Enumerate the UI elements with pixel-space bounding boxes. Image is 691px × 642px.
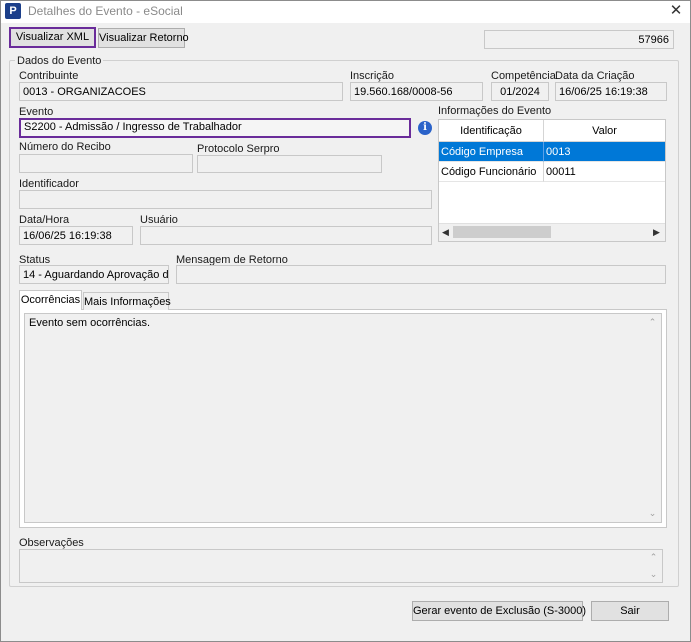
competencia-field: 01/2024	[491, 82, 549, 101]
protocolo-serpro-label: Protocolo Serpro	[197, 143, 280, 155]
identificador-label: Identificador	[19, 178, 79, 190]
app-logo-icon: P	[5, 3, 21, 19]
col-header-identificacao[interactable]: Identificação	[439, 120, 544, 142]
data-criacao-label: Data da Criação	[555, 70, 635, 82]
usuario-field	[140, 226, 432, 245]
event-counter-field: 57966	[484, 30, 674, 49]
evento-field[interactable]: S2200 - Admissão / Ingresso de Trabalhad…	[19, 118, 411, 138]
gerar-exclusao-button[interactable]: Gerar evento de Exclusão (S-3000)	[412, 601, 586, 621]
event-data-group-title: Dados do Evento	[15, 55, 104, 67]
status-field: 14 - Aguardando Aprovação de Er	[19, 265, 169, 284]
numero-recibo-field	[19, 154, 193, 173]
obs-scroll-up-arrow-icon[interactable]: ⌃	[649, 552, 658, 563]
contribuinte-label: Contribuinte	[19, 70, 79, 82]
obs-scroll-down-arrow-icon[interactable]: ⌄	[649, 569, 658, 580]
event-info-title: Informações do Evento	[438, 105, 552, 117]
data-hora-field: 16/06/25 16:19:38	[19, 226, 133, 245]
ocorrencias-memo[interactable]: Evento sem ocorrências. ⌃ ⌄	[24, 313, 662, 523]
data-criacao-field: 16/06/25 16:19:38	[555, 82, 667, 101]
window-title: Detalhes do Evento - eSocial	[28, 4, 183, 18]
inscricao-field: 19.560.168/0008-56	[350, 82, 483, 101]
event-info-grid: Identificação Valor Código Empresa 0013 …	[438, 119, 666, 242]
contribuinte-field: 0013 - ORGANIZACOES	[19, 82, 343, 101]
usuario-label: Usuário	[140, 214, 178, 226]
scroll-up-arrow-icon[interactable]: ⌃	[648, 317, 657, 328]
inscricao-label: Inscrição	[350, 70, 395, 82]
tab-ocorrencias[interactable]: Ocorrências	[19, 290, 82, 310]
grid-cell-identificacao[interactable]: Código Empresa	[439, 142, 544, 162]
view-xml-button[interactable]: Visualizar XML	[9, 27, 96, 48]
numero-recibo-label: Número do Recibo	[19, 141, 111, 153]
scroll-thumb[interactable]	[453, 226, 551, 238]
scroll-down-arrow-icon[interactable]: ⌄	[648, 508, 657, 519]
info-icon[interactable]: i	[418, 121, 432, 135]
sair-button[interactable]: Sair	[591, 601, 669, 621]
observacoes-label: Observações	[19, 537, 84, 549]
tab-mais-informacoes[interactable]: Mais Informações	[83, 292, 171, 310]
scroll-left-arrow-icon[interactable]: ◀	[442, 227, 449, 238]
view-return-button[interactable]: Visualizar Retorno	[98, 28, 189, 48]
observacoes-scrollbar[interactable]: ⌃ ⌄	[645, 550, 662, 582]
vertical-scrollbar[interactable]: ⌃ ⌄	[644, 314, 661, 522]
protocolo-serpro-field	[197, 155, 382, 173]
horizontal-scrollbar[interactable]: ◀ ▶	[439, 223, 665, 241]
grid-cell-valor[interactable]: 0013	[544, 142, 665, 162]
grid-cell-identificacao[interactable]: Código Funcionário	[439, 162, 544, 182]
data-hora-label: Data/Hora	[19, 214, 70, 226]
ocorrencias-text: Evento sem ocorrências.	[29, 317, 151, 329]
grid-cell-valor[interactable]: 00011	[544, 162, 665, 182]
mensagem-retorno-field	[176, 265, 666, 284]
close-icon[interactable]: ✕	[664, 1, 688, 21]
competencia-label: Competência	[491, 70, 556, 82]
scroll-right-arrow-icon[interactable]: ▶	[653, 227, 660, 238]
identificador-field	[19, 190, 432, 209]
evento-label: Evento	[19, 106, 54, 118]
observacoes-memo[interactable]: ⌃ ⌄	[19, 549, 663, 583]
col-header-valor[interactable]: Valor	[544, 120, 665, 142]
